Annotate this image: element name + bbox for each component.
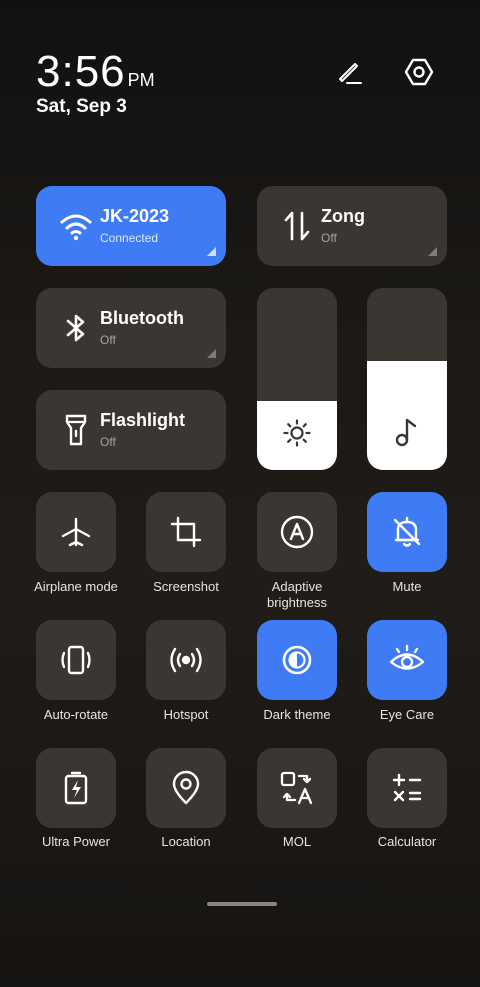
auto-rotate-toggle[interactable] — [36, 620, 116, 700]
mobile-data-status: Off — [321, 231, 337, 245]
settings-icon[interactable] — [397, 50, 441, 94]
auto-brightness-icon — [280, 515, 314, 549]
auto-rotate-label: Auto-rotate — [43, 707, 109, 722]
hotspot-label: Hotspot — [163, 707, 209, 722]
hotspot-icon — [170, 647, 202, 673]
panel-drag-handle[interactable] — [207, 902, 277, 906]
dark-theme-label: Dark theme — [263, 707, 331, 722]
clock-ampm: PM — [127, 70, 155, 90]
adaptive-brightness-label: Adaptive brightness — [242, 579, 352, 611]
screenshot-toggle[interactable] — [146, 492, 226, 572]
sun-icon — [257, 418, 337, 448]
wifi-status: Connected — [100, 231, 159, 245]
dark-theme-icon — [282, 645, 312, 675]
brightness-slider[interactable] — [257, 288, 337, 470]
ultra-power-label: Ultra Power — [42, 834, 110, 849]
screenshot-label: Screenshot — [153, 579, 219, 594]
expand-corner-icon — [207, 349, 216, 358]
date: Sat, Sep 3 — [36, 96, 127, 117]
clock-time: 3:56 — [36, 47, 126, 96]
flashlight-icon — [56, 410, 96, 450]
translate-icon — [280, 771, 313, 805]
rotate-icon — [61, 645, 91, 675]
location-toggle[interactable] — [146, 748, 226, 828]
eye-care-toggle[interactable] — [367, 620, 447, 700]
bluetooth-name: Bluetooth — [100, 308, 184, 328]
bluetooth-icon — [56, 308, 96, 348]
expand-corner-icon — [428, 247, 437, 256]
bell-off-icon — [393, 516, 421, 547]
flashlight-tile[interactable]: Flashlight Off — [36, 390, 226, 470]
hotspot-toggle[interactable] — [146, 620, 226, 700]
location-pin-icon — [172, 770, 200, 805]
ultra-power-toggle[interactable] — [36, 748, 116, 828]
adaptive-brightness-toggle[interactable] — [257, 492, 337, 572]
mute-label: Mute — [392, 579, 422, 594]
wifi-tile[interactable]: JK-2023 Connected — [36, 186, 226, 266]
airplane-icon — [61, 517, 91, 547]
airplane-mode-toggle[interactable] — [36, 492, 116, 572]
bluetooth-status: Off — [100, 333, 116, 347]
calculator-icon — [392, 773, 422, 802]
crop-icon — [170, 516, 202, 548]
adaptive-label-line2: brightness — [267, 595, 327, 610]
expand-corner-icon — [207, 247, 216, 256]
dark-theme-toggle[interactable] — [257, 620, 337, 700]
wifi-name: JK-2023 — [100, 206, 170, 226]
wifi-icon — [56, 206, 96, 246]
calculator-toggle[interactable] — [367, 748, 447, 828]
eye-icon — [389, 644, 425, 670]
music-note-icon — [367, 416, 447, 448]
mol-toggle[interactable] — [257, 748, 337, 828]
flashlight-name: Flashlight — [100, 410, 185, 430]
bluetooth-tile[interactable]: Bluetooth Off — [36, 288, 226, 368]
flashlight-status: Off — [100, 435, 116, 449]
up-down-arrows-icon — [277, 206, 317, 246]
mobile-data-tile[interactable]: Zong Off — [257, 186, 447, 266]
mol-label: MOL — [282, 834, 312, 849]
mobile-data-name: Zong — [321, 206, 365, 226]
eye-care-label: Eye Care — [379, 707, 435, 722]
battery-bolt-icon — [64, 771, 88, 805]
edit-icon[interactable] — [327, 50, 371, 94]
airplane-mode-label: Airplane mode — [34, 579, 118, 594]
mute-toggle[interactable] — [367, 492, 447, 572]
volume-slider[interactable] — [367, 288, 447, 470]
adaptive-label-line1: Adaptive — [271, 579, 323, 594]
calculator-label: Calculator — [377, 834, 437, 849]
location-label: Location — [161, 834, 211, 849]
